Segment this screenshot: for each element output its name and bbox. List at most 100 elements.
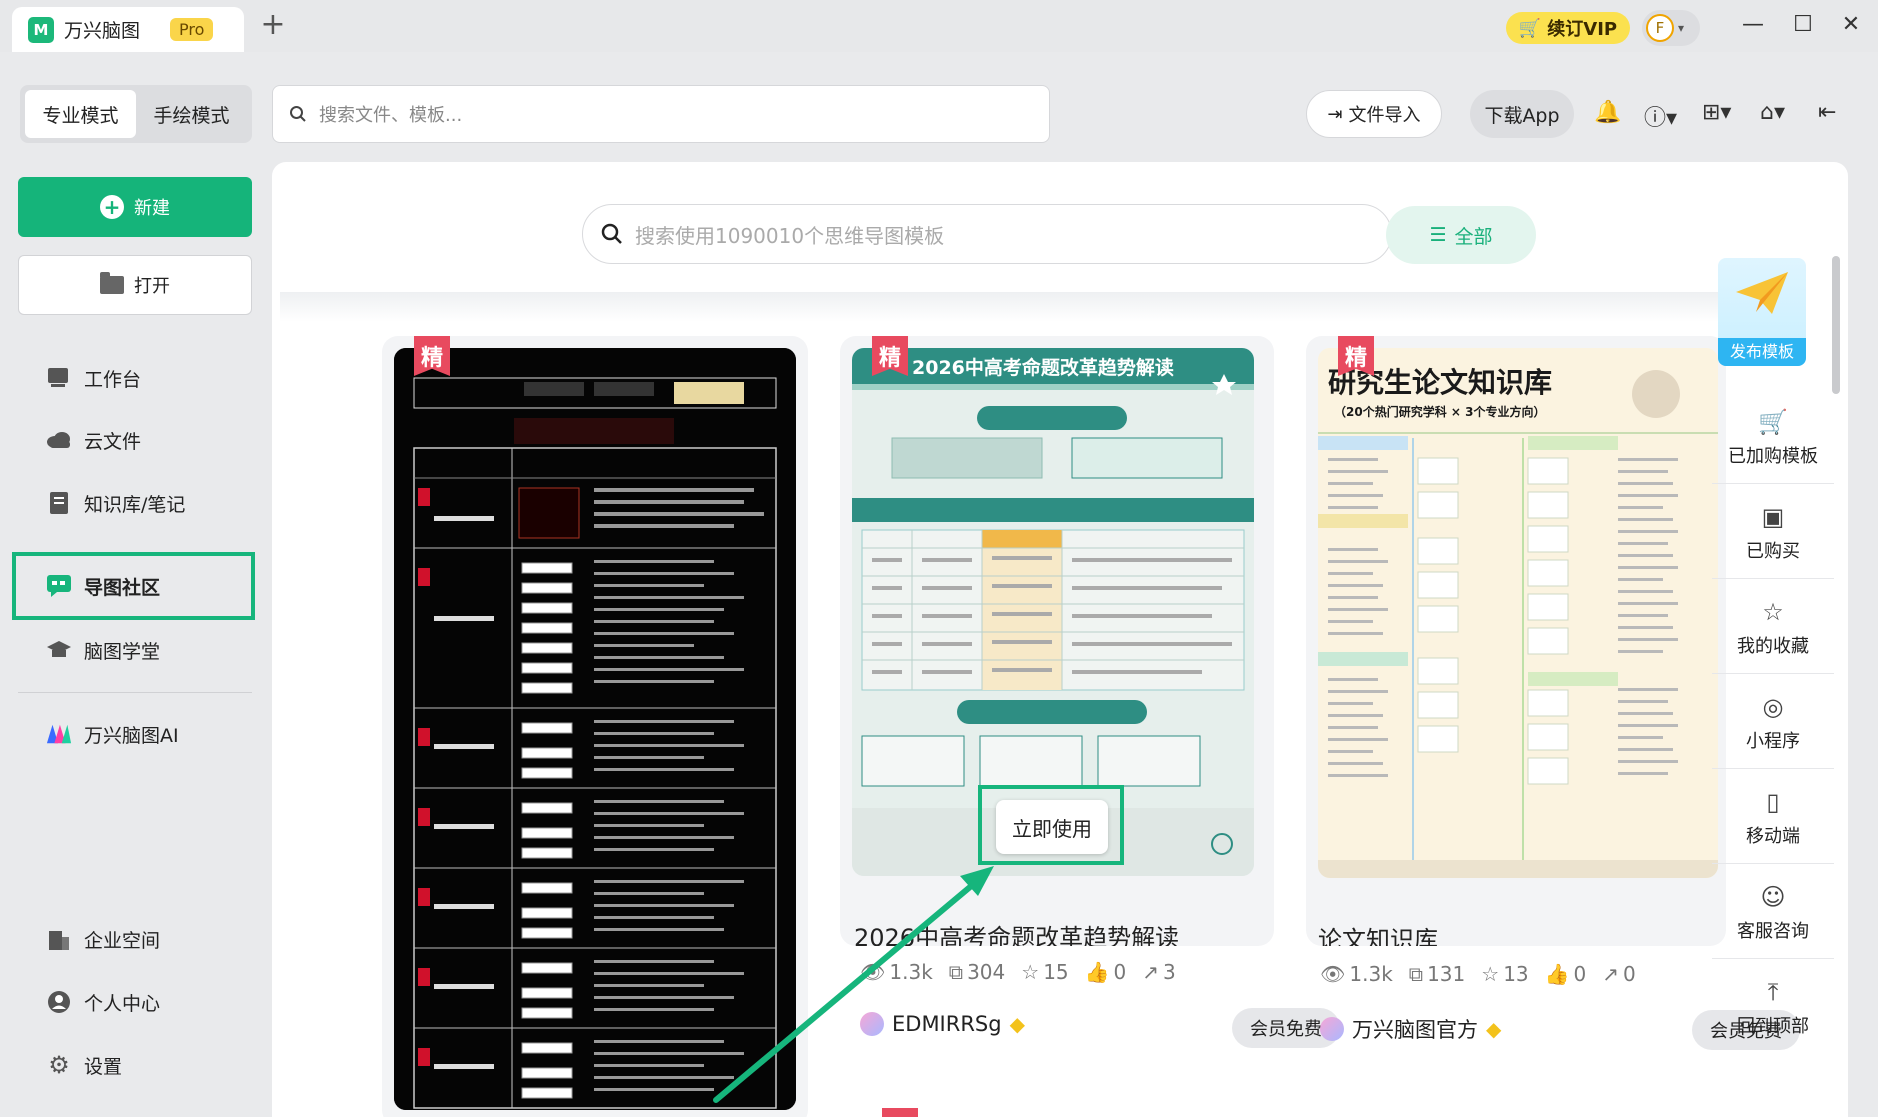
notes-icon: [46, 490, 72, 516]
rail-item-purchased[interactable]: ▣ 已购买: [1712, 487, 1834, 579]
share-icon: ↗: [1142, 960, 1160, 984]
mobile-icon: ▯: [1766, 787, 1780, 816]
sidebar-item-school[interactable]: 脑图学堂: [46, 630, 160, 670]
right-rail: 🛒 已加购模板 ▣ 已购买 ☆ 我的收藏 ◎ 小程序 ▯ 移动端 ☺ 客服咨询 …: [1712, 392, 1834, 1050]
mode-pro-tab[interactable]: 专业模式: [25, 90, 136, 138]
mode-toggle: 专业模式 手绘模式: [20, 85, 252, 143]
open-label: 打开: [134, 276, 170, 297]
mindmap-preview: [394, 348, 796, 1110]
author-avatar: [860, 1012, 884, 1036]
sidebar-item-enterprise[interactable]: 企业空间: [46, 919, 160, 959]
card-title: 论文知识库: [1318, 926, 1438, 946]
title-bar: M 万兴脑图 Pro + 🛒 续订VIP F ▾ — ☐ ✕: [0, 0, 1878, 52]
sidebar-item-label: 云文件: [84, 430, 142, 453]
scrollbar[interactable]: [1832, 256, 1840, 394]
author-name: EDMIRRSg: [892, 1012, 1002, 1036]
sidebar-item-workbench[interactable]: 工作台: [46, 358, 141, 398]
sidebar-item-ai[interactable]: 万兴脑图AI: [46, 714, 179, 754]
new-button[interactable]: + 新建: [18, 177, 252, 237]
rail-item-mobile[interactable]: ▯ 移动端: [1712, 772, 1834, 864]
support-icon: ☺: [1760, 882, 1786, 911]
school-icon: [46, 637, 72, 663]
rail-item-label: 回到顶部: [1737, 1016, 1809, 1037]
sidebar-item-label: 工作台: [84, 368, 142, 391]
likes-stat: 👍 0: [1544, 962, 1587, 986]
use-now-button[interactable]: 立即使用: [996, 800, 1108, 854]
rail-item-miniprogram[interactable]: ◎ 小程序: [1712, 677, 1834, 769]
eye-icon: 👁: [1320, 962, 1346, 986]
sidebar-item-settings[interactable]: ⚙ 设置: [46, 1045, 122, 1085]
rail-item-cart[interactable]: 🛒 已加购模板: [1712, 392, 1834, 484]
thumb-title: 2026中高考命题改革趋势解读: [912, 356, 1174, 379]
views-stat: 👁 1.3k: [860, 960, 933, 984]
cloud-icon: [46, 427, 72, 453]
mode-hand-tab[interactable]: 手绘模式: [136, 90, 247, 138]
account-menu[interactable]: F ▾: [1642, 10, 1700, 46]
publish-template-button[interactable]: 发布模板: [1718, 258, 1806, 366]
help-icon[interactable]: ⓘ▾: [1644, 100, 1677, 132]
sidebar-item-community[interactable]: 导图社区: [46, 566, 160, 606]
enterprise-icon: [46, 926, 72, 952]
copy-icon: ⧉: [1408, 962, 1424, 986]
close-button[interactable]: ✕: [1836, 12, 1866, 37]
community-icon: [46, 573, 72, 599]
template-thumbnail: 研究生论文知识库 （20个热门研究学科 × 3个专业方向）: [1318, 348, 1718, 878]
sidebar-item-user[interactable]: 个人中心: [46, 982, 160, 1022]
rail-item-label: 客服咨询: [1737, 920, 1809, 942]
diamond-icon: ◆: [1486, 1017, 1502, 1041]
app-logo-icon: M: [28, 16, 54, 43]
chevron-down-icon: ▾: [1678, 21, 1685, 35]
new-tab-button[interactable]: +: [258, 10, 288, 40]
card-author[interactable]: EDMIRRSg ◆: [860, 1012, 1025, 1036]
ai-icon: [46, 721, 72, 747]
minimize-button[interactable]: —: [1738, 12, 1768, 37]
user-icon: [46, 989, 72, 1015]
collapse-panel-icon[interactable]: ⇤: [1818, 100, 1836, 125]
mindmap-preview: 研究生论文知识库 （20个热门研究学科 × 3个专业方向）: [1318, 348, 1718, 878]
template-card[interactable]: 研究生论文知识库 （20个热门研究学科 × 3个专业方向） 精 论文知识库: [1306, 336, 1726, 946]
notification-bell-icon[interactable]: 🔔: [1594, 100, 1621, 125]
views-stat: 👁 1.3k: [1320, 962, 1393, 986]
shares-stat: ↗ 0: [1602, 962, 1636, 986]
purchased-icon: ▣: [1761, 502, 1785, 531]
sidebar-item-label: 导图社区: [84, 576, 161, 599]
sidebar-item-label: 脑图学堂: [84, 640, 161, 663]
theme-icon[interactable]: ⌂▾: [1760, 100, 1785, 125]
rail-item-back-to-top[interactable]: ⤒ 回到顶部: [1712, 962, 1834, 1054]
search-icon: [601, 223, 622, 244]
paper-plane-icon: [1736, 272, 1788, 314]
template-search-input[interactable]: 搜索使用1090010个思维导图模板: [582, 204, 1392, 264]
sidebar-item-label: 万兴脑图AI: [84, 724, 179, 747]
download-app-button[interactable]: 下载App: [1470, 90, 1574, 138]
next-card-badge-peek: [882, 1108, 918, 1117]
template-card[interactable]: 精: [382, 336, 808, 1117]
rail-item-favorites[interactable]: ☆ 我的收藏: [1712, 582, 1834, 674]
sidebar-item-notes[interactable]: 知识库/笔记: [46, 483, 185, 523]
cart-icon: 🛒: [1758, 407, 1788, 436]
import-label: 文件导入: [1348, 105, 1421, 126]
shares-stat: ↗ 3: [1142, 960, 1176, 984]
eye-icon: 👁: [860, 960, 886, 984]
import-icon: ⇥: [1327, 103, 1343, 125]
app-tab[interactable]: M 万兴脑图 Pro: [12, 7, 244, 52]
file-search-input[interactable]: 搜索文件、模板...: [272, 85, 1050, 143]
renew-vip-button[interactable]: 🛒 续订VIP: [1506, 12, 1630, 44]
sidebar-item-cloud[interactable]: 云文件: [46, 420, 141, 460]
maximize-button[interactable]: ☐: [1788, 12, 1818, 37]
apps-grid-icon[interactable]: ⊞▾: [1702, 100, 1731, 125]
folder-icon: [100, 272, 124, 294]
file-import-button[interactable]: ⇥ 文件导入: [1306, 90, 1442, 138]
all-filter-button[interactable]: ☰ 全部: [1386, 206, 1536, 264]
likes-stat: 👍 0: [1084, 960, 1127, 984]
back-to-top-icon: ⤒: [1767, 978, 1779, 1006]
star-icon: ☆: [1481, 962, 1500, 986]
rail-item-label: 小程序: [1746, 730, 1800, 752]
plus-icon: +: [100, 195, 124, 219]
card-author[interactable]: 万兴脑图官方 ◆: [1320, 1014, 1501, 1044]
open-button[interactable]: 打开: [18, 255, 252, 315]
rail-item-support[interactable]: ☺ 客服咨询: [1712, 867, 1834, 959]
sidebar-item-label: 知识库/笔记: [84, 493, 186, 516]
template-thumbnail: [394, 348, 796, 1110]
copies-stat: ⧉ 131: [1408, 962, 1466, 986]
stars-stat: ☆ 13: [1481, 962, 1529, 986]
